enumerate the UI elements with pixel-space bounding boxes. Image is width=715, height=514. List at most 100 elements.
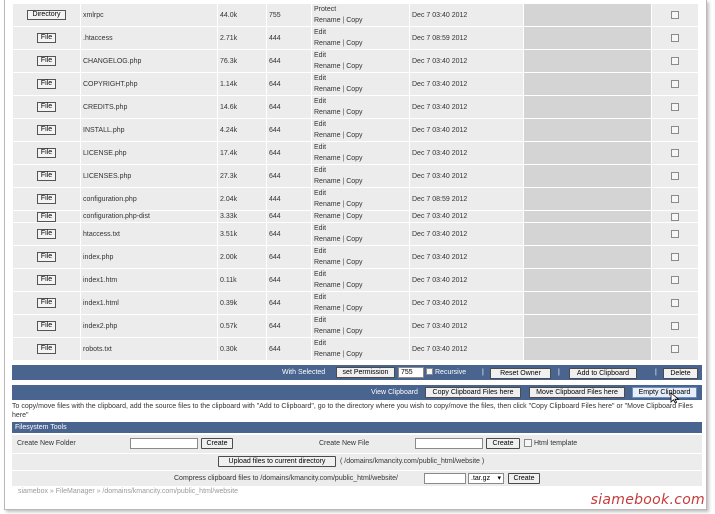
file-name[interactable]: CREDITS.php [80, 95, 218, 119]
file-permission[interactable]: 755 [266, 3, 312, 27]
rename-link[interactable]: Rename [314, 109, 340, 116]
upload-files-button[interactable]: Upload files to current directory [218, 456, 336, 467]
edit-link[interactable]: Edit [314, 271, 326, 278]
rename-link[interactable]: Rename [314, 17, 340, 24]
edit-link[interactable]: Edit [314, 29, 326, 36]
copy-link[interactable]: Copy [346, 213, 362, 220]
new-file-input[interactable] [415, 438, 483, 449]
copy-link[interactable]: Copy [346, 328, 362, 335]
file-name[interactable]: LICENSE.php [80, 141, 218, 165]
copy-link[interactable]: Copy [346, 63, 362, 70]
copy-link[interactable]: Copy [346, 132, 362, 139]
file-permission[interactable]: 644 [266, 337, 312, 361]
edit-link[interactable]: Edit [314, 317, 326, 324]
file-name[interactable]: index1.html [80, 291, 218, 315]
copy-link[interactable]: Copy [346, 305, 362, 312]
file-type-button[interactable]: File [36, 56, 57, 66]
select-checkbox[interactable] [671, 299, 679, 307]
copy-link[interactable]: Copy [346, 201, 362, 208]
file-permission[interactable]: 644 [266, 141, 312, 165]
select-checkbox[interactable] [671, 11, 679, 19]
protect-link[interactable]: Protect [314, 6, 336, 13]
copy-link[interactable]: Copy [346, 17, 362, 24]
select-checkbox[interactable] [671, 195, 679, 203]
create-folder-button[interactable]: Create [201, 438, 233, 449]
file-permission[interactable]: 444 [266, 187, 312, 211]
rename-link[interactable]: Rename [314, 40, 340, 47]
edit-link[interactable]: Edit [314, 98, 326, 105]
copy-link[interactable]: Copy [346, 109, 362, 116]
file-type-button[interactable]: File [36, 321, 57, 331]
file-permission[interactable]: 644 [266, 95, 312, 119]
file-permission[interactable]: 644 [266, 314, 312, 338]
rename-link[interactable]: Rename [314, 213, 340, 220]
file-name[interactable]: index1.htm [80, 268, 218, 292]
file-type-button[interactable]: File [36, 229, 57, 239]
copy-link[interactable]: Copy [346, 236, 362, 243]
select-checkbox[interactable] [671, 149, 679, 157]
compress-format-select[interactable]: .tar.gz ▾ [468, 473, 504, 484]
file-type-button[interactable]: File [36, 194, 57, 204]
add-to-clipboard-button[interactable]: Add to Clipboard [569, 368, 637, 379]
file-name[interactable]: COPYRIGHT.php [80, 72, 218, 96]
file-type-button[interactable]: File [36, 148, 57, 158]
select-checkbox[interactable] [671, 230, 679, 238]
select-checkbox[interactable] [671, 57, 679, 65]
file-name[interactable]: .htaccess [80, 26, 218, 50]
copy-link[interactable]: Copy [346, 86, 362, 93]
file-name[interactable]: robots.txt [80, 337, 218, 361]
select-checkbox[interactable] [671, 103, 679, 111]
delete-button[interactable]: Delete [663, 368, 698, 379]
edit-link[interactable]: Edit [314, 248, 326, 255]
edit-link[interactable]: Edit [314, 52, 326, 59]
file-name[interactable]: configuration.php-dist [80, 210, 218, 223]
recursive-checkbox[interactable] [426, 368, 433, 375]
move-clipboard-here-button[interactable]: Move Clipboard Files here [529, 387, 625, 398]
file-permission[interactable]: 644 [266, 72, 312, 96]
file-permission[interactable]: 644 [266, 268, 312, 292]
file-type-button[interactable]: File [36, 298, 57, 308]
rename-link[interactable]: Rename [314, 155, 340, 162]
copy-link[interactable]: Copy [346, 351, 362, 358]
select-checkbox[interactable] [671, 80, 679, 88]
edit-link[interactable]: Edit [314, 340, 326, 347]
file-permission[interactable]: 644 [266, 49, 312, 73]
file-permission[interactable]: 644 [266, 291, 312, 315]
edit-link[interactable]: Edit [314, 121, 326, 128]
file-type-button[interactable]: File [36, 125, 57, 135]
empty-clipboard-button[interactable]: Empty Clipboard [632, 387, 697, 398]
file-type-button[interactable]: File [36, 344, 57, 354]
rename-link[interactable]: Rename [314, 305, 340, 312]
file-name[interactable]: CHANGELOG.php [80, 49, 218, 73]
copy-link[interactable]: Copy [346, 155, 362, 162]
new-folder-input[interactable] [130, 438, 198, 449]
file-type-button[interactable]: File [36, 79, 57, 89]
file-permission[interactable]: 644 [266, 245, 312, 269]
html-template-checkbox[interactable] [524, 439, 532, 447]
rename-link[interactable]: Rename [314, 328, 340, 335]
set-permission-button[interactable]: set Permission [336, 367, 395, 378]
select-checkbox[interactable] [671, 345, 679, 353]
view-clipboard-link[interactable]: View Clipboard [371, 389, 418, 396]
select-checkbox[interactable] [671, 126, 679, 134]
copy-clipboard-here-button[interactable]: Copy Clipboard Files here [425, 387, 521, 398]
file-type-button[interactable]: File [36, 171, 57, 181]
select-checkbox[interactable] [671, 276, 679, 284]
reset-owner-button[interactable]: Reset Owner [490, 368, 551, 379]
select-checkbox[interactable] [671, 34, 679, 42]
file-name[interactable]: index2.php [80, 314, 218, 338]
file-permission[interactable]: 644 [266, 210, 312, 223]
select-checkbox[interactable] [671, 172, 679, 180]
select-checkbox[interactable] [671, 322, 679, 330]
edit-link[interactable]: Edit [314, 225, 326, 232]
file-name[interactable]: xmlrpc [80, 3, 218, 27]
file-type-button[interactable]: File [36, 211, 57, 222]
edit-link[interactable]: Edit [314, 75, 326, 82]
file-type-button[interactable]: File [36, 102, 57, 112]
file-permission[interactable]: 644 [266, 118, 312, 142]
file-permission[interactable]: 444 [266, 26, 312, 50]
file-name[interactable]: LICENSES.php [80, 164, 218, 188]
permission-input[interactable]: 755 [398, 367, 424, 378]
edit-link[interactable]: Edit [314, 294, 326, 301]
select-checkbox[interactable] [671, 253, 679, 261]
